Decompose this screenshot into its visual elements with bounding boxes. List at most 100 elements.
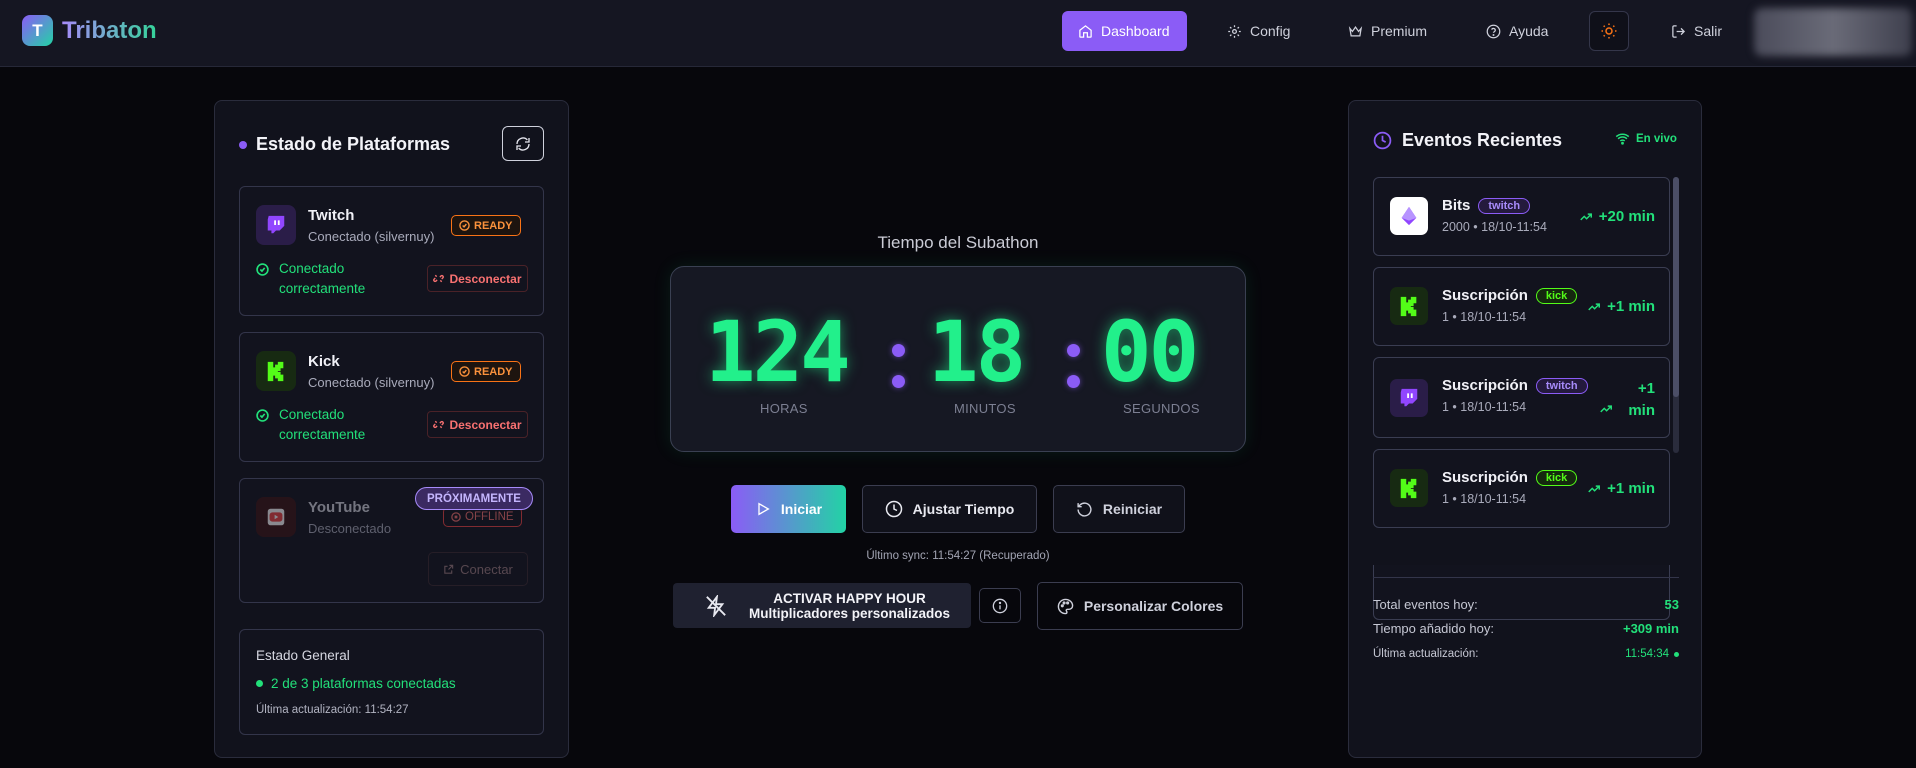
kick-logo-icon: [1390, 469, 1428, 507]
play-icon: [758, 502, 770, 516]
status-dot: [256, 680, 263, 687]
list-clip: [1349, 537, 1701, 565]
external-link-icon: [444, 564, 454, 574]
happy-hour-info-button[interactable]: [979, 588, 1021, 623]
gear-icon: [1228, 24, 1241, 38]
twitch-ready-badge: READY: [451, 215, 521, 236]
event-name: Bits twitch: [1442, 197, 1531, 214]
youtube-connect-button[interactable]: Conectar: [428, 552, 528, 586]
kick-disconnect-button[interactable]: Desconectar: [427, 411, 528, 438]
timer-colon: [892, 344, 906, 406]
event-name: Suscripción twitch: [1442, 377, 1588, 394]
timer-seconds: 00: [1101, 303, 1199, 401]
clock-icon: [885, 500, 902, 518]
scrollbar-thumb[interactable]: [1673, 177, 1679, 397]
event-meta: 2000 • 18/10-11:54: [1442, 220, 1547, 234]
adjust-time-button[interactable]: Ajustar Tiempo: [862, 485, 1037, 533]
sun-icon: [1601, 23, 1617, 39]
unlink-icon: [433, 274, 445, 283]
events-panel: Eventos Recientes En vivo Bits twitch 20…: [1348, 100, 1702, 758]
app-logo: T: [22, 15, 53, 46]
youtube-logo-icon: [256, 497, 296, 537]
help-circle-icon: [1486, 24, 1501, 38]
trending-up-icon: [1588, 302, 1601, 310]
palette-icon: [1057, 598, 1074, 614]
live-dot: [1674, 651, 1679, 657]
unlink-icon: [433, 420, 445, 429]
youtube-card: YouTube Desconectado OFFLINE Conectar PR…: [239, 478, 544, 603]
nav-dashboard-button[interactable]: Dashboard: [1062, 11, 1187, 51]
nav-config-button[interactable]: Config: [1211, 11, 1306, 51]
brand[interactable]: T Tribaton: [22, 15, 157, 46]
twitch-logo-icon: [256, 205, 296, 245]
x-circle-icon: [451, 512, 461, 522]
platforms-panel: Estado de Plataformas Twitch Conectado (…: [214, 100, 569, 758]
happy-hour-text: ACTIVAR HAPPY HOUR Multiplicadores perso…: [749, 590, 951, 621]
event-item[interactable]: Suscripción twitch 1 • 18/10-11:54 +1 mi…: [1373, 357, 1670, 438]
check-circle-icon: [459, 220, 470, 231]
kick-logo-icon: [1390, 287, 1428, 325]
top-navbar: T Tribaton Dashboard Config Premium Ayud…: [0, 0, 1916, 67]
theme-toggle-button[interactable]: [1589, 11, 1629, 51]
timer-display: 124 HORAS 18 MINUTOS 00 SEGUNDOS: [670, 266, 1246, 452]
nav-ayuda-button[interactable]: Ayuda: [1470, 11, 1564, 51]
timer-title: Tiempo del Subathon: [877, 233, 1039, 252]
trending-up-icon: [1588, 484, 1601, 492]
stat-total-events: Total eventos hoy: 53: [1373, 597, 1679, 612]
bits-gem-icon: [1390, 197, 1428, 235]
general-status-title: Estado General: [256, 648, 350, 663]
live-indicator: En vivo: [1615, 131, 1677, 146]
refresh-button[interactable]: [502, 126, 544, 161]
event-added-time: +20 min: [1579, 208, 1655, 225]
kick-ready-badge: READY: [451, 361, 521, 382]
timer-hours-label: HORAS: [760, 401, 808, 416]
check-circle-icon: [256, 409, 269, 422]
general-status-card: Estado General 2 de 3 plataformas conect…: [239, 629, 544, 735]
twitch-ok-line: Conectado correctamente: [256, 259, 389, 299]
event-added-time: +1 min: [1587, 480, 1655, 497]
wifi-icon: [1615, 133, 1630, 145]
check-circle-icon: [256, 263, 269, 276]
twitch-status: Conectado (silvernuy): [308, 229, 435, 244]
event-item[interactable]: Suscripción kick 1 • 18/10-11:54 +1 min: [1373, 449, 1670, 528]
info-icon: [992, 598, 1008, 613]
kick-logo-icon: [256, 351, 296, 391]
app-name: Tribaton: [62, 16, 157, 44]
clock-icon: [1373, 131, 1392, 150]
events-scrollbar[interactable]: [1673, 177, 1679, 453]
event-meta: 1 • 18/10-11:54: [1442, 310, 1527, 324]
stat-last-update: Última actualización: 11:54:34: [1373, 648, 1679, 660]
platforms-title: Estado de Plataformas: [239, 134, 450, 155]
nav-premium-button[interactable]: Premium: [1332, 11, 1443, 51]
event-added-time: +1 min: [1587, 298, 1655, 315]
twitch-name: Twitch: [308, 207, 355, 224]
rotate-ccw-icon: [1077, 501, 1092, 517]
twitch-card: Twitch Conectado (silvernuy) READY Conec…: [239, 186, 544, 316]
start-button[interactable]: Iniciar: [731, 485, 846, 533]
general-updated: Última actualización: 11:54:27: [256, 704, 409, 716]
zap-off-icon: [706, 594, 726, 617]
twitch-logo-icon: [1390, 379, 1428, 417]
title-dot: [239, 140, 247, 149]
event-item[interactable]: Bits twitch 2000 • 18/10-11:54 +20 min: [1373, 177, 1670, 256]
twitch-disconnect-button[interactable]: Desconectar: [427, 265, 528, 292]
kick-name: Kick: [308, 353, 340, 370]
customize-colors-button[interactable]: Personalizar Colores: [1037, 582, 1243, 630]
nav-salir-button[interactable]: Salir: [1655, 11, 1738, 51]
refresh-icon: [516, 136, 530, 151]
nav-salir-label: Salir: [1694, 23, 1723, 39]
event-name: Suscripción kick: [1442, 469, 1578, 486]
reset-button[interactable]: Reiniciar: [1053, 485, 1185, 533]
nav-config-label: Config: [1250, 23, 1291, 39]
kick-ok-line: Conectado correctamente: [256, 405, 389, 445]
events-title: Eventos Recientes: [1373, 130, 1562, 151]
event-item[interactable]: Suscripción kick 1 • 18/10-11:54 +1 min: [1373, 267, 1670, 346]
general-connected-line: 2 de 3 plataformas conectadas: [256, 676, 456, 691]
trending-up-icon: [1579, 212, 1592, 220]
happy-hour-button[interactable]: ACTIVAR HAPPY HOUR Multiplicadores perso…: [673, 583, 971, 628]
event-meta: 1 • 18/10-11:54: [1442, 492, 1527, 506]
check-circle-icon: [459, 366, 470, 377]
user-avatar[interactable]: [1754, 8, 1912, 56]
youtube-status: Desconectado: [308, 521, 392, 536]
nav-premium-label: Premium: [1371, 23, 1428, 39]
